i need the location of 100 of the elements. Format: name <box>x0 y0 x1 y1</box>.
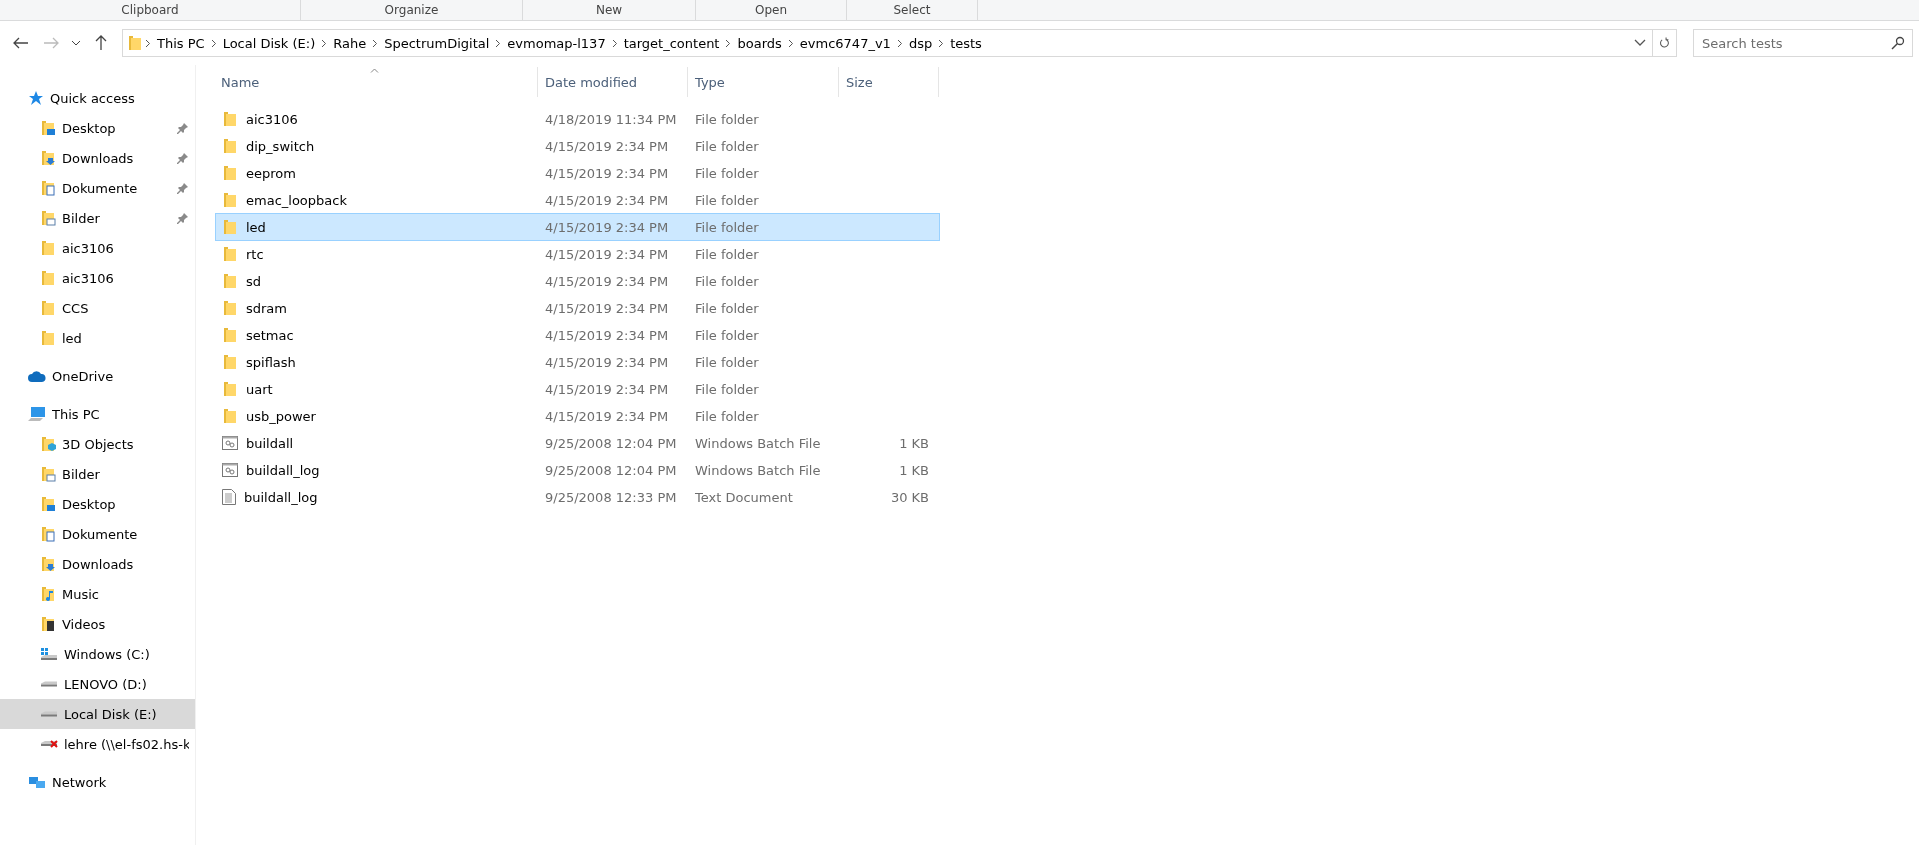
breadcrumb[interactable]: boards <box>733 35 786 51</box>
file-row[interactable]: usb_power 4/15/2019 2:34 PM File folder <box>216 403 939 429</box>
folder-icon <box>40 466 56 482</box>
folder-icon <box>222 138 238 154</box>
sidebar-item[interactable]: Bilder <box>0 203 195 233</box>
column-header[interactable]: Date modified <box>538 67 688 97</box>
computer-icon <box>28 406 46 422</box>
column-header[interactable]: Size <box>839 67 939 97</box>
refresh-icon <box>1659 36 1670 50</box>
breadcrumb[interactable]: evmc6747_v1 <box>795 35 895 51</box>
file-row[interactable]: buildall 9/25/2008 12:04 PM Windows Batch File 1 KB <box>216 430 939 456</box>
chevron-right-icon <box>210 38 217 48</box>
breadcrumb[interactable]: tests <box>946 35 986 51</box>
sidebar-item[interactable]: Videos <box>0 609 195 639</box>
folder-icon <box>40 240 56 256</box>
sidebar-item[interactable]: Downloads <box>0 549 195 579</box>
file-name: aic3106 <box>246 111 298 127</box>
date-modified: 4/15/2019 2:34 PM <box>544 408 670 424</box>
sidebar-item[interactable]: Desktop <box>0 489 195 519</box>
file-row[interactable]: aic3106 4/18/2019 11:34 PM File folder <box>216 106 939 132</box>
file-name: sd <box>246 273 262 289</box>
folder-icon <box>40 210 56 226</box>
file-row[interactable]: rtc 4/15/2019 2:34 PM File folder <box>216 241 939 267</box>
breadcrumb[interactable]: This PC <box>153 35 209 51</box>
file-row[interactable]: eeprom 4/15/2019 2:34 PM File folder <box>216 160 939 186</box>
breadcrumb[interactable]: Rahe <box>329 35 371 51</box>
sidebar-item[interactable]: Desktop <box>0 113 195 143</box>
folder-icon <box>222 246 238 262</box>
sidebar-item[interactable]: Windows (C:) <box>0 639 195 669</box>
file-type: File folder <box>694 219 760 235</box>
folder-icon <box>222 192 238 208</box>
file-name: buildall_log <box>246 462 320 478</box>
sidebar-item-label: aic3106 <box>62 270 115 286</box>
sidebar-item[interactable]: 3D Objects <box>0 429 195 459</box>
sidebar-item[interactable]: OneDrive <box>0 361 195 391</box>
file-row[interactable]: sdram 4/15/2019 2:34 PM File folder <box>216 295 939 321</box>
cloud-icon <box>28 370 46 382</box>
file-row[interactable]: emac_loopback 4/15/2019 2:34 PM File folder <box>216 187 939 213</box>
sidebar-item[interactable]: This PC <box>0 399 195 429</box>
pin-icon[interactable] <box>177 212 189 224</box>
chevron-right-icon <box>321 38 328 48</box>
date-modified: 9/25/2008 12:33 PM <box>544 489 678 505</box>
file-row[interactable]: led 4/15/2019 2:34 PM File folder <box>216 214 939 240</box>
file-row[interactable]: sd 4/15/2019 2:34 PM File folder <box>216 268 939 294</box>
file-row[interactable]: setmac 4/15/2019 2:34 PM File folder <box>216 322 939 348</box>
sidebar-item[interactable]: Bilder <box>0 459 195 489</box>
address-bar[interactable]: This PC Local Disk (E:) Rahe SpectrumDigital evmomap-l137 target_content boards evmc6747_v1 dsp tests <box>122 29 1677 57</box>
file-row[interactable]: uart 4/15/2019 2:34 PM File folder <box>216 376 939 402</box>
breadcrumb[interactable]: SpectrumDigital <box>380 35 494 51</box>
sidebar-item-label: This PC <box>52 406 101 422</box>
breadcrumb[interactable]: evmomap-l137 <box>503 35 610 51</box>
breadcrumb[interactable]: Local Disk (E:) <box>218 35 320 51</box>
file-row[interactable]: spiflash 4/15/2019 2:34 PM File folder <box>216 349 939 375</box>
sidebar-item[interactable]: Music <box>0 579 195 609</box>
file-name: buildall <box>246 435 294 451</box>
sidebar-item[interactable]: Downloads <box>0 143 195 173</box>
chevron-right-icon <box>938 38 945 48</box>
folder-icon <box>40 330 56 346</box>
search-icon <box>1891 36 1905 50</box>
sidebar-item-label: Desktop <box>62 496 117 512</box>
chevron-right-icon <box>372 38 379 48</box>
folder-icon <box>40 586 56 602</box>
sidebar-item[interactable]: Quick access <box>0 83 195 113</box>
sidebar-item[interactable]: aic3106 <box>0 263 195 293</box>
sidebar-item[interactable]: CCS <box>0 293 195 323</box>
sidebar-item-label: 3D Objects <box>62 436 135 452</box>
file-row[interactable]: buildall_log 9/25/2008 12:33 PM Text Document 30 KB <box>216 484 939 510</box>
sidebar-item[interactable]: LENOVO (D:) <box>0 669 195 699</box>
ribbon-group-label: New <box>523 0 696 20</box>
sidebar-item[interactable]: led <box>0 323 195 353</box>
file-type: File folder <box>694 165 760 181</box>
sidebar-item-label: CCS <box>62 300 90 316</box>
sidebar-item[interactable]: Network <box>0 767 195 797</box>
file-name: led <box>246 219 266 235</box>
file-type: File folder <box>694 300 760 316</box>
breadcrumb[interactable]: target_content <box>619 35 724 51</box>
chevron-down-icon[interactable] <box>1634 39 1646 47</box>
column-header[interactable]: Type <box>688 67 839 97</box>
pin-icon[interactable] <box>177 152 189 164</box>
drive-icon <box>40 711 58 717</box>
date-modified: 4/15/2019 2:34 PM <box>544 192 670 208</box>
file-type: File folder <box>694 246 760 262</box>
file-row[interactable]: dip_switch 4/15/2019 2:34 PM File folder <box>216 133 939 159</box>
sidebar-item[interactable]: Local Disk (E:) <box>0 699 195 729</box>
column-header[interactable]: Name <box>216 67 538 97</box>
breadcrumb[interactable]: dsp <box>904 35 937 51</box>
folder-icon <box>40 120 56 136</box>
date-modified: 4/15/2019 2:34 PM <box>544 273 670 289</box>
sidebar-item-label: Bilder <box>62 466 101 482</box>
file-type: File folder <box>694 354 760 370</box>
sidebar-item[interactable]: Dokumente <box>0 173 195 203</box>
pin-icon[interactable] <box>177 182 189 194</box>
sidebar-item[interactable]: aic3106 <box>0 233 195 263</box>
gears-file-icon <box>222 463 238 477</box>
file-row[interactable]: buildall_log 9/25/2008 12:04 PM Windows Batch File 1 KB <box>216 457 939 483</box>
pin-icon[interactable] <box>177 122 189 134</box>
sidebar-item[interactable]: Dokumente <box>0 519 195 549</box>
sidebar-item-label: Network <box>52 774 108 790</box>
file-name: emac_loopback <box>246 192 347 208</box>
search-field[interactable]: Search tests <box>1693 29 1913 57</box>
